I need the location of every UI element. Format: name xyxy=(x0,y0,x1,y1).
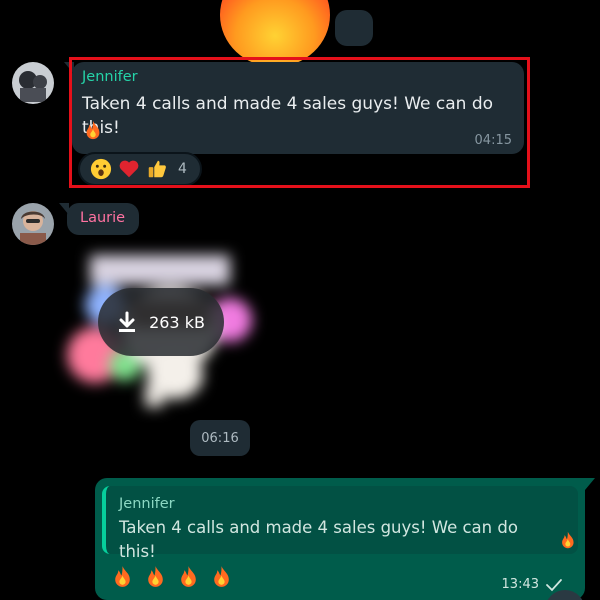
message-time: 06:16 xyxy=(201,430,239,446)
fire-icon xyxy=(148,566,163,587)
fire-icon xyxy=(214,566,229,587)
fire-icon xyxy=(562,531,574,549)
avatar-jennifer[interactable] xyxy=(12,62,54,104)
fire-icon xyxy=(115,566,130,587)
message-meta: 13:43 xyxy=(502,577,563,592)
time-pill: 06:16 xyxy=(190,420,250,456)
quoted-text-row: Taken 4 calls and made 4 sales guys! We … xyxy=(119,516,578,564)
download-button[interactable]: 263 kB xyxy=(98,288,224,356)
file-size: 263 kB xyxy=(149,312,205,332)
top-bubble-fragment xyxy=(335,10,373,46)
quoted-message[interactable]: Jennifer Taken 4 calls and made 4 sales … xyxy=(102,486,578,561)
avatar-laurie[interactable] xyxy=(12,203,54,245)
quoted-sender: Jennifer xyxy=(119,496,175,512)
message-time: 13:43 xyxy=(501,577,539,592)
emoji-row xyxy=(110,564,234,589)
fire-icon xyxy=(181,566,196,587)
quoted-text: Taken 4 calls and made 4 sales guys! We … xyxy=(119,518,518,561)
download-icon xyxy=(119,311,136,332)
sender-name: Laurie xyxy=(80,210,126,226)
highlight-box xyxy=(69,57,530,188)
sender-label-bubble[interactable]: Laurie xyxy=(59,203,139,235)
message-bubble-outgoing[interactable]: Jennifer Taken 4 calls and made 4 sales … xyxy=(95,478,595,600)
